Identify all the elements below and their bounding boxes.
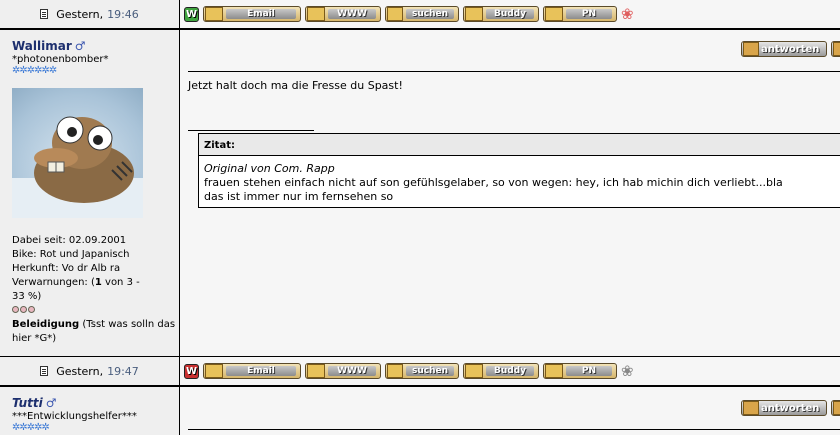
squirrel-avatar-icon	[12, 116, 143, 218]
user-rank: ***Entwicklungshelfer***	[12, 411, 137, 422]
www-icon	[307, 364, 325, 378]
username[interactable]: Wallimar	[12, 39, 72, 53]
buddy-icon	[465, 364, 483, 378]
search-button[interactable]: suchen	[385, 6, 459, 22]
flower-icon[interactable]: ❀	[621, 6, 634, 22]
search-icon	[387, 364, 403, 378]
warn-button[interactable]: W	[184, 363, 199, 379]
warn-button[interactable]: W	[184, 6, 199, 22]
document-icon	[40, 9, 49, 19]
rank-stars: ✲✲✲✲✲✲	[12, 65, 57, 76]
quote-button[interactable]	[831, 400, 840, 416]
www-icon	[307, 7, 325, 21]
quote-icon	[833, 42, 840, 56]
user-rank: *photonenbomber*	[12, 54, 109, 65]
email-button[interactable]: Email	[203, 6, 301, 22]
rank-stars: ✲✲✲✲✲	[12, 422, 50, 433]
email-button[interactable]: Email	[203, 363, 301, 379]
warnings: Verwarnungen: (1 von 3 -	[12, 277, 140, 288]
buddy-button[interactable]: Buddy	[463, 6, 539, 22]
male-gender-icon: ♂	[45, 396, 57, 410]
pm-icon	[545, 364, 563, 378]
warning-dots	[12, 306, 35, 313]
email-icon	[205, 364, 223, 378]
www-button[interactable]: WWW	[305, 363, 381, 379]
buddy-icon	[465, 7, 483, 21]
post-message: Jetzt halt doch ma die Fresse du Spast!	[188, 79, 403, 92]
reply-button[interactable]: antworten	[741, 400, 827, 416]
avatar	[12, 88, 143, 218]
search-icon	[387, 7, 403, 21]
quote-box: Zitat: Original von Com. Rapp frauen ste…	[198, 133, 840, 208]
reply-icon	[743, 401, 759, 415]
buddy-button[interactable]: Buddy	[463, 363, 539, 379]
post-actions: W Email WWW suchen Buddy PN ❀	[180, 0, 840, 28]
username[interactable]: Tutti	[12, 396, 43, 410]
reply-button[interactable]: antworten	[741, 41, 827, 57]
search-button[interactable]: suchen	[385, 363, 459, 379]
quote-icon	[833, 401, 840, 415]
reply-icon	[743, 42, 759, 56]
quote-button[interactable]	[831, 41, 840, 57]
pm-button[interactable]: PN	[543, 363, 617, 379]
email-icon	[205, 7, 223, 21]
pm-icon	[545, 7, 563, 21]
user-info: Dabei seit: 02.09.2001 Bike: Rot und Jap…	[12, 234, 179, 346]
document-icon	[40, 366, 49, 376]
flower-icon[interactable]: ❀	[621, 363, 634, 379]
post-date: Gestern, 19:47	[0, 357, 179, 385]
pm-button[interactable]: PN	[543, 6, 617, 22]
male-gender-icon: ♂	[74, 39, 86, 53]
www-button[interactable]: WWW	[305, 6, 381, 22]
post-actions: W Email WWW suchen Buddy PN ❀	[180, 357, 840, 385]
post-date: Gestern, 19:46	[0, 0, 179, 28]
quote-header: Zitat:	[199, 134, 840, 156]
quote-source: Original von Com. Rapp	[204, 162, 335, 175]
